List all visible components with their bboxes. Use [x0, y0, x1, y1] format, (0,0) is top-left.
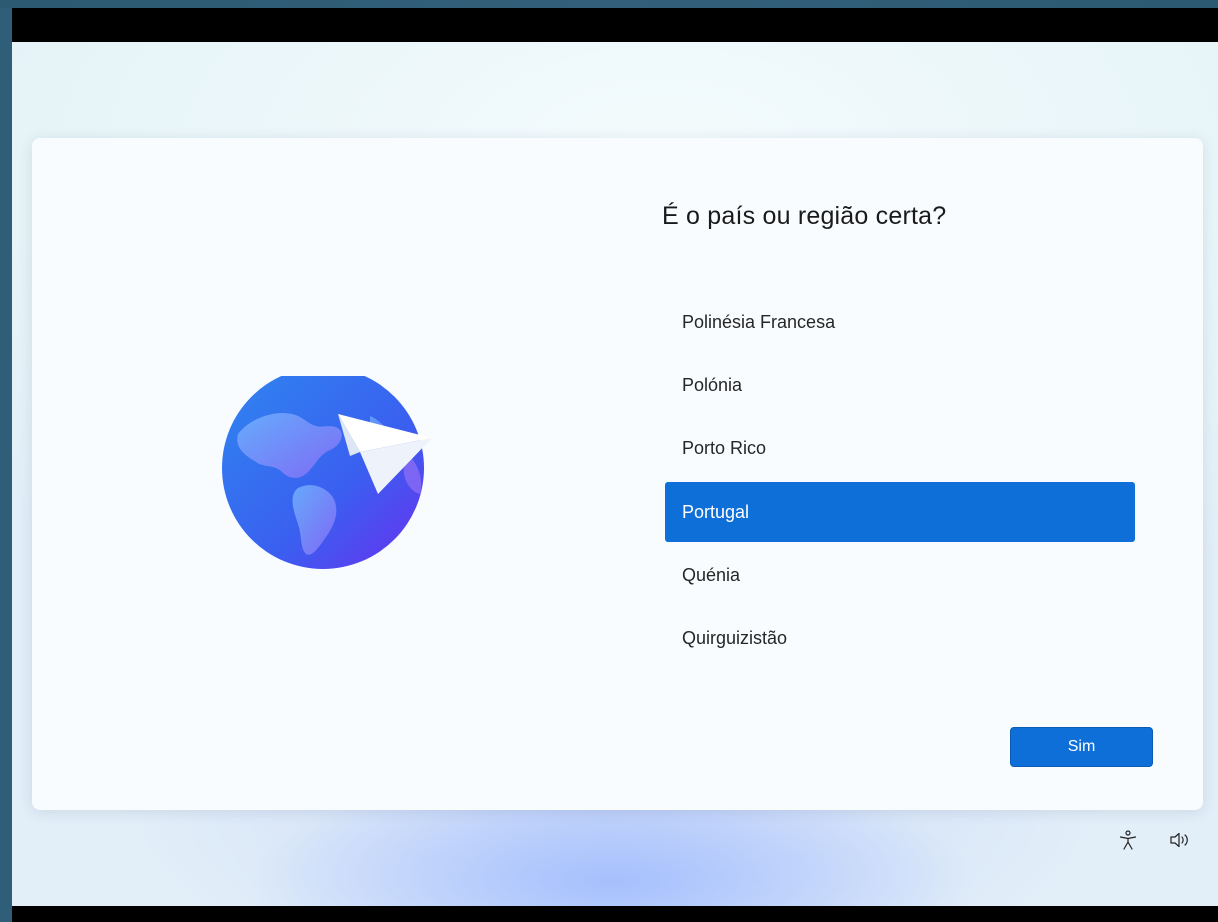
- region-dialog: É o país ou região certa? Polinésia Fran…: [32, 138, 1203, 810]
- country-item[interactable]: Quirguizistão: [665, 609, 1135, 669]
- screen-bottom-edge: [12, 906, 1218, 922]
- country-item[interactable]: Polinésia Francesa: [665, 292, 1135, 352]
- globe-illustration: [220, 367, 440, 576]
- volume-icon[interactable]: [1168, 828, 1192, 852]
- country-list[interactable]: Polinésia Francesa Polónia Porto Rico Portu…: [665, 292, 1135, 672]
- country-item[interactable]: Portugal: [665, 482, 1135, 543]
- screen: É o país ou região certa? Polinésia Fran…: [12, 8, 1218, 922]
- oobe-background: É o país ou região certa? Polinésia Fran…: [12, 42, 1218, 906]
- globe-icon: [222, 367, 432, 569]
- page-title: É o país ou região certa?: [662, 202, 947, 230]
- country-item[interactable]: Polónia: [665, 355, 1135, 415]
- yes-button[interactable]: Sim: [1010, 727, 1153, 767]
- country-item[interactable]: Porto Rico: [665, 419, 1135, 479]
- country-item[interactable]: Quénia: [665, 546, 1135, 606]
- accessibility-icon[interactable]: [1116, 828, 1140, 852]
- monitor-top-bezel: [0, 0, 1218, 8]
